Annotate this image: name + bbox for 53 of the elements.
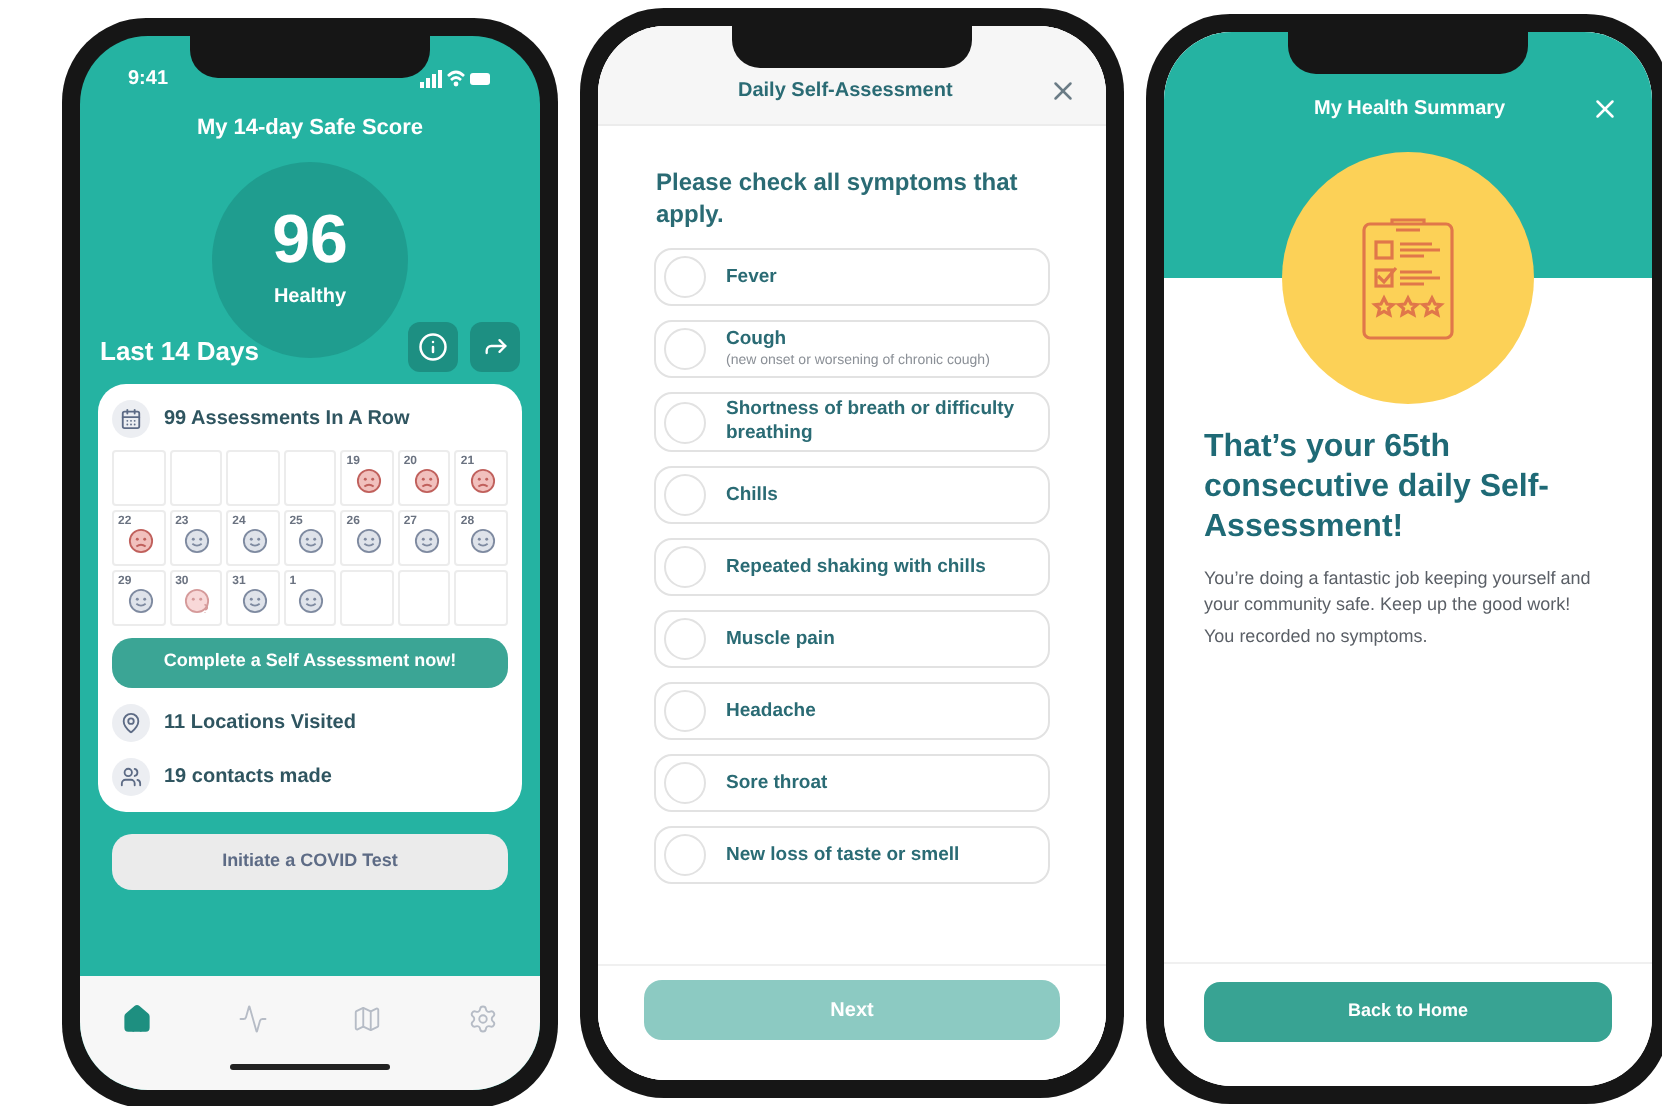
message-text: You’re doing a fantastic job keeping yourself and your community safe. Keep up the good work! [1204,566,1593,616]
share-button[interactable] [470,321,520,371]
score-label: Healthy [273,284,347,312]
question-text: Please check all symptoms that apply. [656,166,1020,230]
screen-title: My Health Summary [1314,96,1508,124]
face-icon [470,467,497,493]
score-value: 96 [272,206,348,274]
face-icon [241,587,268,613]
close-button[interactable] [1590,94,1620,124]
face-icon [184,527,211,553]
symptom-option[interactable]: Muscle pain [654,610,1050,668]
face-icon [356,527,383,553]
note-text: You recorded no symptoms. [1204,624,1430,650]
stat-text: 11 Locations Visited [164,709,356,737]
symptom-option[interactable]: Headache [654,682,1050,740]
symptom-option[interactable]: Shortness of breath or difficulty breathing [654,392,1050,452]
info-button[interactable] [408,321,458,371]
symptom-option[interactable]: Fever [654,248,1050,306]
face-icon [184,587,211,613]
face-icon [241,527,268,553]
symptom-option[interactable]: Chills [654,466,1050,524]
symptom-option[interactable]: Sore throat [654,754,1050,812]
headline: That’s your 65th consecutive daily Self-Assessment! [1204,428,1552,548]
screen-title: Daily Self-Assessment [738,78,955,106]
stat-text: 19 contacts made [164,763,332,791]
section-title: Last 14 Days [100,334,259,370]
face-icon [413,467,440,493]
symptom-option[interactable]: New loss of taste or smell [654,826,1050,884]
map-icon [352,1003,383,1033]
face-icon [356,467,383,493]
covid-test-button[interactable]: Initiate a COVID Test [112,833,508,889]
face-icon [127,527,154,553]
symptom-option[interactable]: Repeated shaking with chills [654,538,1050,596]
screen-title: My 14-day Safe Score [194,114,426,144]
face-icon [470,527,497,553]
self-assessment-button[interactable]: Complete a Self Assessment now! [112,637,508,687]
face-icon [298,527,325,553]
settings-icon [467,1003,498,1033]
face-icon [413,527,440,553]
calendar-icon [112,399,150,437]
people-icon [112,757,150,795]
streak-text: 99 Assessments In A Row [164,405,410,433]
face-icon [127,587,154,613]
activity-icon [237,1003,268,1033]
status-icons [420,69,492,87]
face-icon [298,587,325,613]
pin-icon [112,703,150,741]
status-time: 9:41 [128,65,169,93]
clipboard-icon [1360,214,1456,342]
close-button[interactable] [1048,76,1078,106]
home-icon [122,1003,153,1033]
info-icon [418,331,448,361]
back-home-button[interactable]: Back to Home [1204,982,1612,1042]
